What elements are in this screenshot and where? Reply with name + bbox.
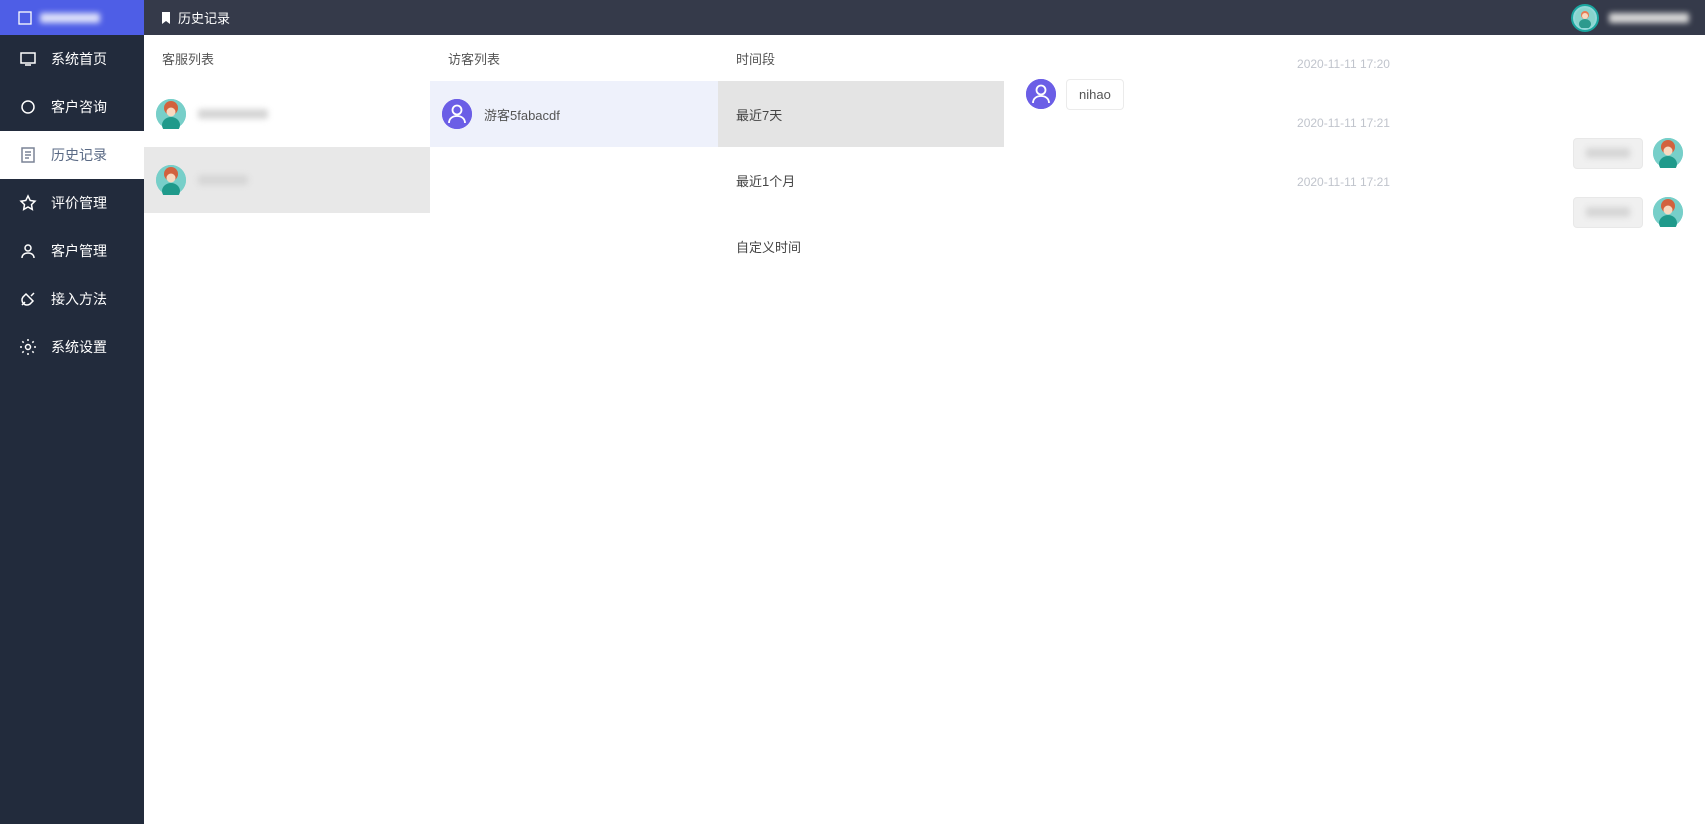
message-time: 2020-11-11 17:21 [1004, 175, 1683, 189]
logo-icon [18, 11, 32, 25]
agent-item[interactable] [144, 81, 430, 147]
page-title: 历史记录 [178, 8, 230, 27]
bookmark-icon [160, 11, 172, 25]
agent-avatar-icon [156, 165, 186, 195]
nav-label: 系统首页 [51, 49, 107, 69]
nav-label: 系统设置 [51, 337, 107, 357]
chat-message: 2020-11-11 17:21 [1004, 116, 1683, 169]
message-bubble: nihao [1066, 79, 1124, 110]
visitor-item[interactable]: 游客5fabacdf [430, 81, 718, 147]
plug-icon [19, 290, 37, 308]
nav-label: 历史记录 [51, 145, 107, 165]
agent-avatar-icon [1653, 197, 1683, 227]
log-icon [19, 146, 37, 164]
period-header: 时间段 [718, 35, 1004, 81]
message-row: nihao [1004, 79, 1683, 110]
agents-header: 客服列表 [144, 35, 430, 81]
message-row [1004, 138, 1683, 169]
agent-avatar-icon [156, 99, 186, 129]
agent-item[interactable] [144, 147, 430, 213]
user-icon [19, 242, 37, 260]
gear-icon [19, 338, 37, 356]
agent-name [198, 109, 268, 119]
message-time: 2020-11-11 17:20 [1004, 57, 1683, 71]
message-bubble [1573, 197, 1643, 228]
message-bubble [1573, 138, 1643, 169]
nav-customers[interactable]: 客户管理 [0, 227, 144, 275]
nav-home[interactable]: 系统首页 [0, 35, 144, 83]
monitor-icon [19, 50, 37, 68]
message-time: 2020-11-11 17:21 [1004, 116, 1683, 130]
nav-reviews[interactable]: 评价管理 [0, 179, 144, 227]
visitors-header: 访客列表 [430, 35, 718, 81]
chat-message: 2020-11-11 17:20 nihao [1004, 57, 1683, 110]
nav-integrate[interactable]: 接入方法 [0, 275, 144, 323]
nav-label: 接入方法 [51, 289, 107, 309]
nav-label: 评价管理 [51, 193, 107, 213]
star-icon [19, 194, 37, 212]
logo[interactable] [0, 0, 144, 35]
period-column: 时间段 最近7天 最近1个月 自定义时间 [718, 35, 1004, 824]
visitors-column: 访客列表 游客5fabacdf [430, 35, 718, 824]
topbar: 历史记录 [144, 0, 1705, 35]
user-avatar[interactable] [1571, 4, 1599, 32]
circle-icon [19, 98, 37, 116]
nav-consult[interactable]: 客户咨询 [0, 83, 144, 131]
period-custom[interactable]: 自定义时间 [718, 213, 1004, 279]
message-row [1004, 197, 1683, 228]
chat-message: 2020-11-11 17:21 [1004, 175, 1683, 228]
visitor-avatar-icon [442, 99, 472, 129]
agent-avatar-icon [1653, 138, 1683, 168]
visitor-avatar-icon [1026, 79, 1056, 109]
agent-name [198, 175, 248, 185]
visitor-name: 游客5fabacdf [484, 105, 560, 124]
nav-label: 客户管理 [51, 241, 107, 261]
period-1m[interactable]: 最近1个月 [718, 147, 1004, 213]
chat-column: 2020-11-11 17:20 nihao 2020-11-11 17:21 202… [1004, 35, 1705, 824]
nav-label: 客户咨询 [51, 97, 107, 117]
agents-column: 客服列表 [144, 35, 430, 824]
username[interactable] [1609, 13, 1689, 23]
logo-text [40, 13, 100, 23]
period-7d[interactable]: 最近7天 [718, 81, 1004, 147]
nav-settings[interactable]: 系统设置 [0, 323, 144, 371]
nav-history[interactable]: 历史记录 [0, 131, 144, 179]
